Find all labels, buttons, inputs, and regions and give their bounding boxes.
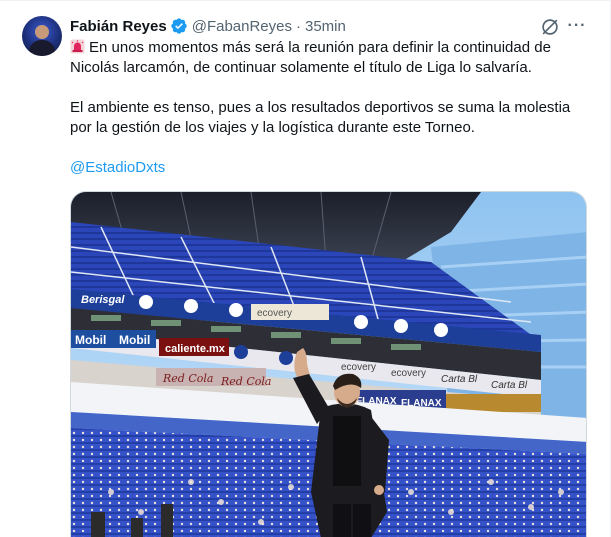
separator-dot: ·: [296, 17, 301, 35]
tweet[interactable]: Fabián Reyes @FabanReyes · 35min ··· En …: [0, 0, 611, 537]
ad-mobil-2: Mobil: [119, 333, 150, 347]
rotating-light-icon: [70, 39, 85, 54]
stadium-photo: Berisgal ecovery Mobil Mobil caliente.mx…: [71, 192, 586, 537]
ad-caliente: caliente.mx: [165, 343, 226, 355]
author-name[interactable]: Fabián Reyes: [70, 18, 167, 35]
ad-redcola-2: Red Cola: [220, 375, 271, 388]
ad-ecovery-3: ecovery: [391, 368, 426, 379]
divider-top: [0, 0, 611, 1]
tweet-photo[interactable]: Berisgal ecovery Mobil Mobil caliente.mx…: [70, 191, 587, 537]
tweet-header: Fabián Reyes @FabanReyes · 35min: [70, 15, 346, 37]
avatar-head: [35, 25, 49, 39]
avatar-body: [29, 40, 55, 56]
mention-link[interactable]: @EstadioDxts: [70, 158, 590, 178]
tweet-paragraph-1: En unos momentos más será la reunión par…: [70, 38, 590, 78]
author-handle[interactable]: @FabanReyes: [192, 18, 292, 35]
ad-ecovery-2: ecovery: [341, 362, 376, 373]
avatar[interactable]: [22, 16, 62, 56]
more-options-icon[interactable]: ···: [566, 17, 588, 37]
paragraph-1-text: En unos momentos más será la reunión par…: [70, 39, 551, 76]
verified-badge-icon: [170, 17, 188, 35]
ad-carta-2: Carta Bl: [491, 380, 528, 391]
timestamp[interactable]: 35min: [305, 18, 346, 35]
ad-ecovery-1: ecovery: [257, 308, 292, 319]
ad-berisgal: Berisgal: [81, 294, 125, 306]
ad-mobil-1: Mobil: [75, 333, 106, 347]
tweet-paragraph-2: El ambiente es tenso, pues a los resulta…: [70, 99, 571, 136]
tweet-text: En unos momentos más será la reunión par…: [70, 38, 590, 178]
ad-carta-1: Carta Bl: [441, 374, 478, 385]
grok-icon[interactable]: [539, 16, 561, 38]
ad-redcola-1: Red Cola: [162, 372, 213, 385]
